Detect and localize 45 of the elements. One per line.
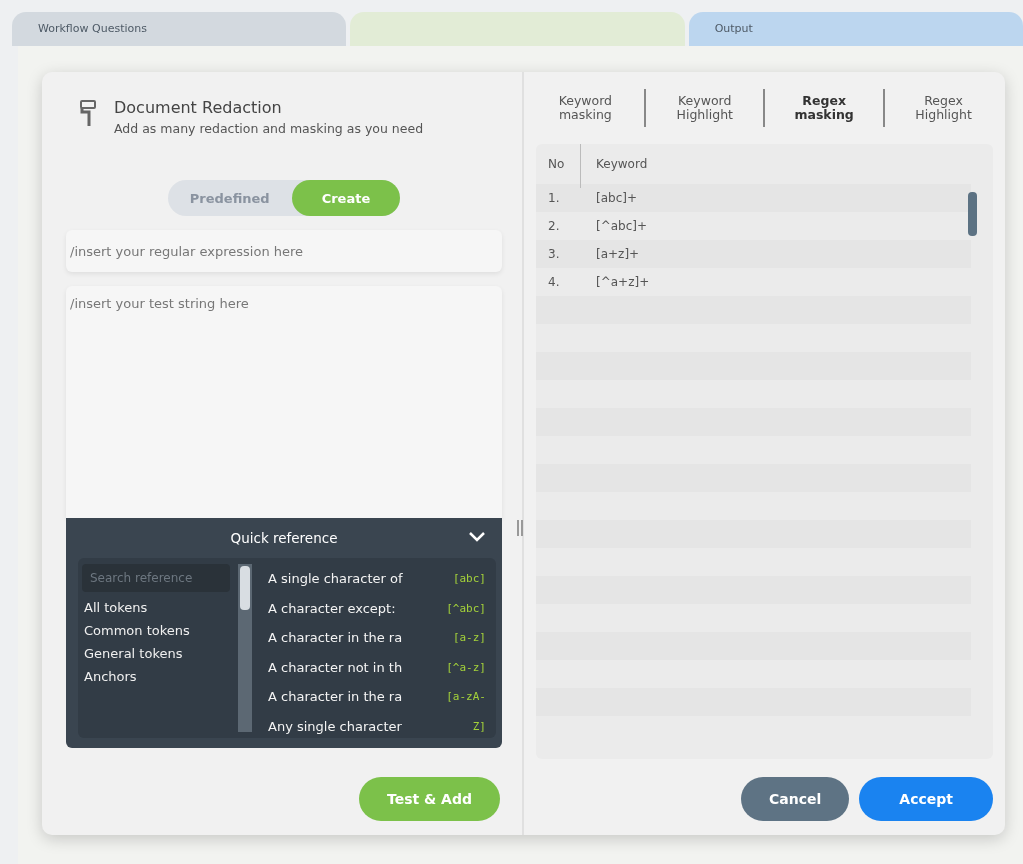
token-code: [abc] [452, 572, 486, 586]
chevron-icon[interactable] [468, 531, 486, 543]
token-description[interactable]: A character in the ra [268, 630, 403, 646]
background-tab[interactable]: Workflow Questions [12, 12, 347, 46]
paint-roller-icon [80, 98, 96, 128]
tab[interactable]: Keyword Highlight [664, 93, 745, 123]
token-code: [^abc] [446, 601, 486, 615]
dialog-title: Document Redaction [114, 98, 283, 117]
test-string-field[interactable]: /insert your test string here [66, 286, 502, 518]
token-description[interactable]: A character not in th [268, 659, 403, 675]
primary-button[interactable]: Accept [859, 777, 993, 821]
regex-input-field[interactable]: /insert your regular expression here [66, 230, 502, 272]
token-code: [a-zA- [446, 690, 486, 704]
token-code: [a-z] [452, 631, 486, 645]
reference-category[interactable]: Common tokens [82, 615, 234, 638]
table-cell-text: 4. [547, 275, 561, 289]
scrollbar[interactable] [238, 564, 252, 732]
column-header: Keyword [595, 157, 648, 171]
table-cell-text: 2. [547, 219, 561, 233]
table-cell-text: [abc]+ [595, 191, 637, 205]
tab[interactable]: Regex masking [784, 93, 865, 123]
reference-category[interactable]: All tokens [82, 592, 234, 615]
secondary-button[interactable]: Cancel [741, 777, 850, 821]
token-code: Z] [472, 719, 486, 733]
table-cell-text: [a+z]+ [595, 247, 640, 261]
scrollbar-thumb[interactable] [968, 192, 977, 236]
tab[interactable]: Keyword masking [545, 93, 626, 123]
tab[interactable]: Regex Highlight [903, 93, 984, 123]
reference-category[interactable]: General tokens [82, 638, 234, 661]
table-cell-text: 1. [547, 191, 561, 205]
reference-search-field[interactable]: Search reference [82, 564, 230, 592]
background-tab[interactable]: Output [688, 12, 1023, 46]
token-description[interactable]: Any single character [268, 718, 402, 734]
token-description[interactable]: A single character of [268, 571, 403, 587]
table-cell-text: [^abc]+ [595, 219, 648, 233]
table-cell-text: 3. [547, 247, 561, 261]
dialog-subtitle: Add as many redaction and masking as you need [114, 121, 424, 136]
token-description[interactable]: A character in the ra [268, 689, 403, 705]
table-cell-text: [^a+z]+ [595, 275, 650, 289]
column-header: No [547, 157, 566, 171]
quick-reference-title: Quick reference [230, 530, 338, 546]
token-description[interactable]: A character except: [268, 600, 396, 616]
token-code: [^a-z] [446, 660, 486, 674]
reference-category[interactable]: Anchors [82, 661, 234, 684]
resize-handle[interactable] [517, 520, 523, 536]
